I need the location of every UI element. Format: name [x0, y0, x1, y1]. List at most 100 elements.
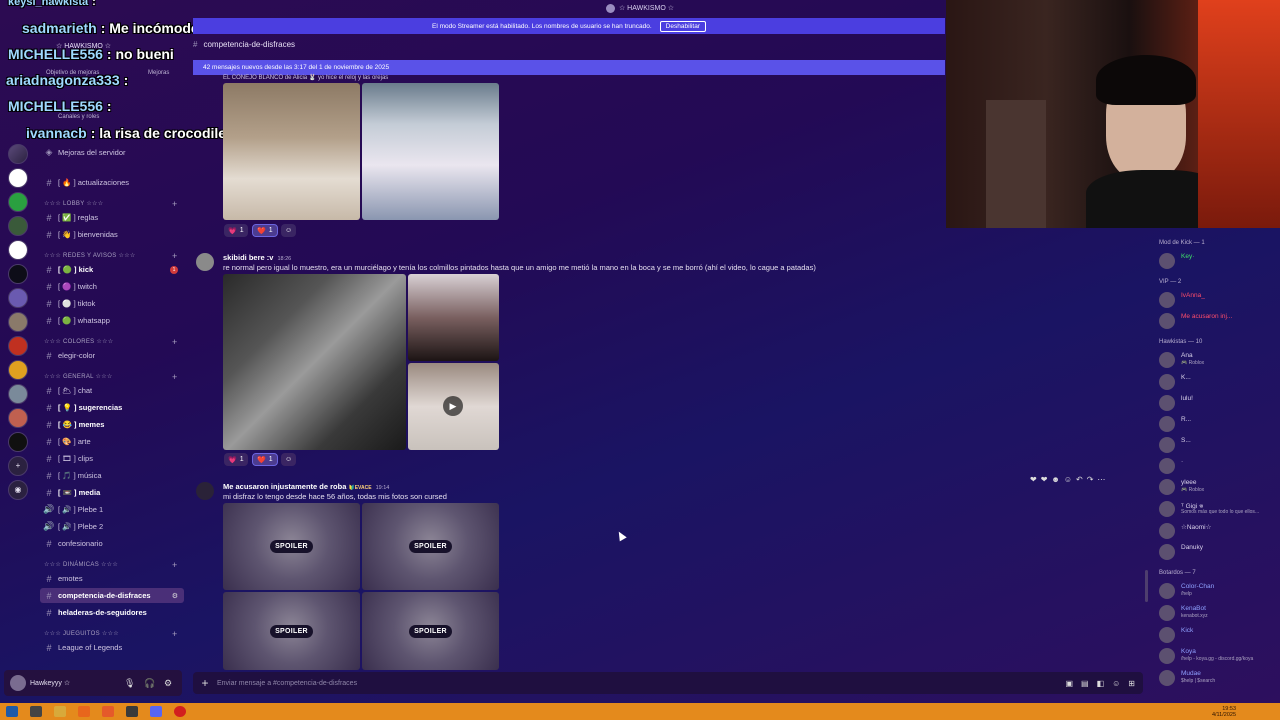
avatar[interactable] — [10, 675, 26, 691]
emoji-icon[interactable]: ☻ — [1051, 475, 1059, 484]
member-item[interactable]: Koya/help - koya.gg - discord.gg/koya — [1159, 645, 1279, 664]
server-icon[interactable] — [8, 384, 28, 404]
user-name[interactable]: Hawkeyyy ☆ — [30, 679, 70, 687]
more-icon[interactable]: ⋯ — [1097, 475, 1105, 484]
channel-item[interactable]: # elegir-color — [40, 348, 184, 363]
member-item[interactable]: ᵀ Gigi 𖦹 Somos más que todo lo que ellos.… — [1159, 498, 1279, 517]
add-channel-icon[interactable]: + — [172, 199, 178, 209]
heart-reaction-icon[interactable]: ❤ — [1041, 475, 1048, 484]
server-icon[interactable] — [8, 408, 28, 428]
channel-category[interactable]: ☆☆☆ COLORES ☆☆☆ + — [44, 337, 177, 347]
message-author[interactable]: Me acusaron injustamente de roba 🔰EVACE 1… — [223, 482, 389, 491]
channel-item[interactable]: #[ 🎞 ] clips — [40, 451, 184, 466]
channel-item[interactable]: # League of Legends — [40, 640, 184, 655]
channel-item[interactable]: #[ ⚪ ] tiktok — [40, 296, 184, 311]
spoiler-image[interactable]: SPOILER — [223, 503, 360, 590]
search-icon[interactable] — [30, 706, 42, 717]
gift-icon[interactable]: ▣ — [1065, 679, 1073, 688]
server-icon[interactable] — [8, 240, 28, 260]
obs-icon[interactable] — [126, 706, 138, 717]
costume-photo[interactable] — [408, 274, 499, 361]
channel-item[interactable]: #[ 🟢 ] whatsapp — [40, 313, 184, 328]
app-icon[interactable] — [102, 706, 114, 717]
add-channel-icon[interactable]: + — [172, 337, 178, 347]
member-item[interactable]: Mudae $help | $search — [1159, 667, 1279, 686]
channels-roles-link[interactable]: Canales y roles — [58, 114, 99, 120]
member-item[interactable]: ☆Naomi☆ — [1159, 520, 1279, 539]
channel-item[interactable]: 🔊[ 🔊 ] Plebe 1 — [40, 502, 184, 517]
add-channel-icon[interactable]: + — [172, 251, 178, 261]
server-icon[interactable] — [8, 432, 28, 452]
microphone-icon[interactable]: 🎙 — [124, 678, 135, 689]
member-item[interactable]: Me acusaron inj... — [1159, 310, 1279, 329]
file-explorer-icon[interactable] — [54, 706, 66, 717]
attach-plus-icon[interactable]: + — [193, 676, 217, 690]
scrollbar[interactable] — [1145, 570, 1148, 602]
add-channel-icon[interactable]: + — [172, 560, 178, 570]
channel-category[interactable]: ☆☆☆ GENERAL ☆☆☆ + — [44, 372, 177, 382]
reaction-heart-red[interactable]: ❤️ 1 — [252, 224, 278, 237]
apps-icon[interactable]: ⊞ — [1128, 679, 1135, 688]
member-item[interactable]: KenaBot kenabot.xyz — [1159, 602, 1279, 621]
channel-item[interactable]: #[ 🔥 ] actualizaciones — [40, 175, 184, 190]
member-item[interactable]: Danuky — [1159, 541, 1279, 560]
server-icon[interactable] — [8, 168, 28, 188]
reaction-heart-red[interactable]: ❤️ 1 — [252, 453, 278, 466]
emoji-icon[interactable]: ☺ — [1112, 679, 1120, 688]
member-item[interactable]: yleee 🎮 Roblox — [1159, 476, 1279, 495]
headphones-icon[interactable]: 🎧 — [144, 678, 155, 689]
video-thumbnail[interactable]: ▶ — [408, 363, 499, 450]
discord-icon[interactable] — [150, 706, 162, 717]
play-icon[interactable]: ▶ — [443, 396, 463, 416]
sticker-icon[interactable]: ◧ — [1097, 679, 1105, 688]
spoiler-image[interactable]: SPOILER — [362, 503, 499, 590]
member-item[interactable]: Key· — [1159, 250, 1279, 269]
settings-gear-icon[interactable]: ⚙ — [164, 678, 172, 689]
channel-settings-icon[interactable]: ⚙ — [172, 592, 178, 600]
member-item[interactable]: Color-Chan/help — [1159, 580, 1279, 599]
forward-icon[interactable]: ↷ — [1087, 475, 1094, 484]
channel-item[interactable]: #[ 😂 ] memes — [40, 417, 184, 432]
server-icon[interactable] — [8, 336, 28, 356]
channel-item[interactable]: #[ ✅ ] reglas — [40, 210, 184, 225]
add-channel-icon[interactable]: + — [172, 372, 178, 382]
channel-item[interactable]: # competencia-de-disfraces ⚙ — [40, 588, 184, 603]
app-icon[interactable] — [174, 706, 186, 717]
channel-item[interactable]: 🔊[ 🔊 ] Plebe 2 — [40, 519, 184, 534]
avatar[interactable] — [196, 253, 214, 271]
reply-icon[interactable]: ↶ — [1076, 475, 1083, 484]
member-item[interactable]: lulu! — [1159, 392, 1279, 411]
message-input[interactable]: Enviar mensaje a #competencia-de-disfrac… — [217, 680, 357, 687]
windows-start-icon[interactable] — [6, 706, 18, 717]
costume-photo[interactable] — [223, 83, 360, 220]
channel-category[interactable]: ☆☆☆ DINÁMICAS ☆☆☆ + — [44, 560, 177, 570]
add-channel-icon[interactable]: + — [172, 629, 178, 639]
member-item[interactable]: S... — [1159, 434, 1279, 453]
channel-item[interactable]: #[ 🟢 ] kick 1 — [40, 262, 184, 277]
taskbar-clock[interactable]: 19:53 4/11/2025 — [1212, 706, 1236, 718]
add-server-icon[interactable]: + — [8, 456, 28, 476]
explore-servers-icon[interactable]: ◉ — [8, 480, 28, 500]
channel-item[interactable]: #[ 🌥 ] chat — [40, 383, 184, 398]
server-icon[interactable] — [8, 360, 28, 380]
channel-item[interactable]: #[ 👋 ] bienvenidas — [40, 227, 184, 242]
member-item[interactable]: R... — [1159, 413, 1279, 432]
server-icon[interactable] — [8, 144, 28, 164]
channel-item[interactable]: # emotes — [40, 571, 184, 586]
avatar[interactable] — [196, 482, 214, 500]
channel-item[interactable]: #[ 🎨 ] arte — [40, 434, 184, 449]
server-icon[interactable] — [8, 264, 28, 284]
reaction-heart[interactable]: 💗 1 — [224, 224, 248, 237]
member-item[interactable]: Ana 🎮 Roblox — [1159, 349, 1279, 368]
server-icon[interactable] — [8, 216, 28, 236]
channel-category[interactable]: ☆☆☆ REDES Y AVISOS ☆☆☆ + — [44, 251, 177, 261]
heart-reaction-icon[interactable]: ❤ — [1030, 475, 1037, 484]
server-icon[interactable] — [8, 192, 28, 212]
member-item[interactable]: Kick — [1159, 624, 1279, 643]
channel-item[interactable]: #[ 🟣 ] twitch — [40, 279, 184, 294]
server-icon[interactable] — [8, 312, 28, 332]
server-icon[interactable] — [8, 288, 28, 308]
channel-item[interactable]: # confesionario — [40, 536, 184, 551]
spoiler-image[interactable]: SPOILER — [362, 592, 499, 670]
add-reaction-button[interactable]: ☺ — [281, 224, 297, 237]
